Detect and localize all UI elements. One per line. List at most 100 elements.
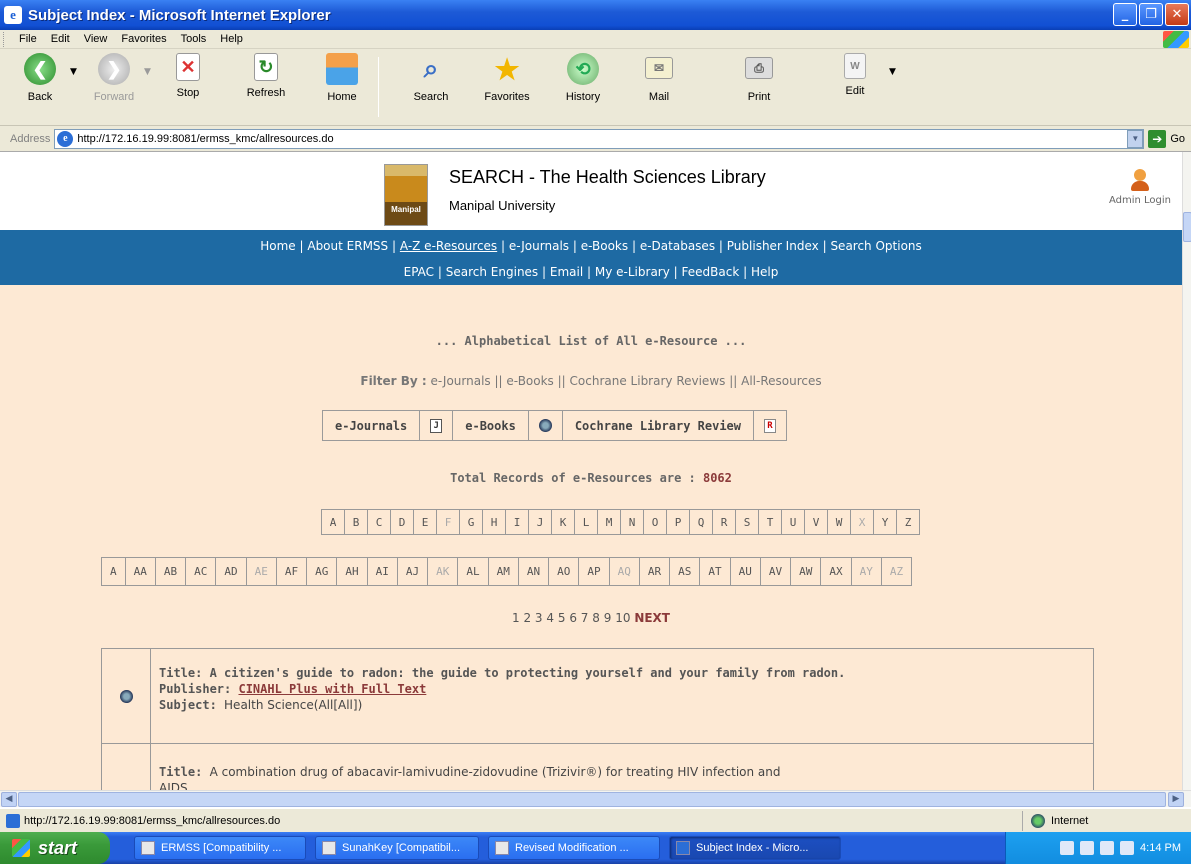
sub-letter-ar[interactable]: AR (640, 558, 671, 585)
publisher-link[interactable]: CINAHL Plus with Full Text (238, 682, 426, 696)
letter-m[interactable]: M (598, 510, 621, 534)
hscroll-thumb[interactable] (18, 792, 1166, 807)
task-subject-index[interactable]: Subject Index - Micro... (669, 836, 841, 860)
letter-i[interactable]: I (506, 510, 529, 534)
letter-p[interactable]: P (667, 510, 690, 534)
volume-icon[interactable] (1100, 841, 1115, 855)
letter-n[interactable]: N (621, 510, 644, 534)
letter-r[interactable]: R (713, 510, 736, 534)
stop-button[interactable]: ✕ Stop (158, 53, 218, 99)
vertical-scrollbar[interactable] (1182, 152, 1191, 790)
page-link-5[interactable]: 5 (558, 611, 566, 625)
type-ejournals[interactable]: e-Journals (323, 411, 421, 440)
filter-cochrane[interactable]: Cochrane Library Reviews (570, 374, 726, 388)
scroll-thumb[interactable] (1183, 212, 1191, 242)
nav-ejournals[interactable]: e-Journals (509, 239, 569, 253)
sub-letter-as[interactable]: AS (670, 558, 701, 585)
letter-h[interactable]: H (483, 510, 506, 534)
go-button[interactable]: ➔ Go (1148, 129, 1185, 148)
nav-az-resources[interactable]: A-Z e-Resources (400, 239, 497, 253)
page-link-1[interactable]: 1 (512, 611, 520, 625)
menu-favorites[interactable]: Favorites (114, 33, 173, 45)
mail-button[interactable]: ✉ Mail (629, 53, 689, 103)
sub-letter-aj[interactable]: AJ (398, 558, 429, 585)
sub-letter-aw[interactable]: AW (791, 558, 822, 585)
letter-e[interactable]: E (414, 510, 437, 534)
nav-search-options[interactable]: Search Options (830, 239, 921, 253)
sub-letter-ay[interactable]: AY (852, 558, 882, 585)
edit-button[interactable]: W Edit (825, 53, 885, 97)
network-icon[interactable] (1080, 841, 1095, 855)
page-link-10[interactable]: 10 (615, 611, 630, 625)
nav-home[interactable]: Home (260, 239, 295, 253)
letter-l[interactable]: L (575, 510, 598, 534)
start-button[interactable]: start (0, 832, 110, 864)
sub-letter-ao[interactable]: AO (549, 558, 580, 585)
sub-letter-ai[interactable]: AI (368, 558, 398, 585)
nav-about[interactable]: About ERMSS (307, 239, 388, 253)
filter-ejournals[interactable]: e-Journals (431, 374, 491, 388)
print-button[interactable]: ⎙ Print (729, 53, 789, 103)
sub-letter-ad[interactable]: AD (216, 558, 247, 585)
nav-publisher-index[interactable]: Publisher Index (727, 239, 819, 253)
admin-login-link[interactable]: Admin Login (1100, 169, 1180, 206)
page-link-6[interactable]: 6 (569, 611, 577, 625)
sub-letter-ag[interactable]: AG (307, 558, 338, 585)
letter-v[interactable]: V (805, 510, 828, 534)
refresh-button[interactable]: ↻ Refresh (236, 53, 296, 99)
sub-letter-aq[interactable]: AQ (610, 558, 640, 585)
task-ermss[interactable]: ERMSS [Compatibility ... (134, 836, 306, 860)
sub-letter-au[interactable]: AU (731, 558, 761, 585)
letter-q[interactable]: Q (690, 510, 713, 534)
back-dropdown-icon[interactable]: ▼ (70, 67, 84, 77)
scroll-left-icon[interactable]: ◀ (1, 792, 17, 807)
sub-letter-ap[interactable]: AP (579, 558, 610, 585)
minimize-button[interactable]: _ (1113, 3, 1137, 26)
letter-f[interactable]: F (437, 510, 460, 534)
letter-j[interactable]: J (529, 510, 552, 534)
filter-ebooks[interactable]: e-Books (506, 374, 553, 388)
forward-dropdown-icon[interactable]: ▼ (144, 67, 158, 77)
forward-button[interactable]: ❯ Forward (84, 53, 144, 103)
next-page-link[interactable]: NEXT (634, 611, 670, 625)
sub-letter-af[interactable]: AF (277, 558, 308, 585)
scroll-right-icon[interactable]: ▶ (1168, 792, 1184, 807)
sub-letter-al[interactable]: AL (458, 558, 489, 585)
close-button[interactable]: ✕ (1165, 3, 1189, 26)
letter-z[interactable]: Z (897, 510, 919, 534)
sub-letter-az[interactable]: AZ (882, 558, 911, 585)
letter-b[interactable]: B (345, 510, 368, 534)
sub-letter-av[interactable]: AV (761, 558, 792, 585)
letter-t[interactable]: T (759, 510, 782, 534)
maximize-button[interactable]: ❐ (1139, 3, 1163, 26)
edit-dropdown-icon[interactable]: ▼ (889, 67, 903, 77)
letter-x[interactable]: X (851, 510, 874, 534)
sub-letter-ah[interactable]: AH (337, 558, 368, 585)
nav-epac[interactable]: EPAC (404, 265, 434, 279)
sub-letter-ab[interactable]: AB (156, 558, 187, 585)
letter-d[interactable]: D (391, 510, 414, 534)
page-link-3[interactable]: 3 (535, 611, 543, 625)
address-input[interactable]: e http://172.16.19.99:8081/ermss_kmc/all… (54, 128, 1145, 149)
letter-o[interactable]: O (644, 510, 667, 534)
page-link-4[interactable]: 4 (546, 611, 554, 625)
type-ebooks[interactable]: e-Books (453, 411, 529, 440)
page-link-9[interactable]: 9 (604, 611, 612, 625)
letter-k[interactable]: K (552, 510, 575, 534)
task-sunahkey[interactable]: SunahKey [Compatibil... (315, 836, 479, 860)
back-button[interactable]: ❮ Back (10, 53, 70, 103)
letter-a[interactable]: A (322, 510, 345, 534)
nav-search-engines[interactable]: Search Engines (446, 265, 538, 279)
nav-edatabases[interactable]: e-Databases (640, 239, 715, 253)
page-link-2[interactable]: 2 (523, 611, 531, 625)
sub-letter-a[interactable]: A (102, 558, 126, 585)
task-revised[interactable]: Revised Modification ... (488, 836, 660, 860)
letter-s[interactable]: S (736, 510, 759, 534)
history-button[interactable]: ⟲ History (553, 53, 613, 103)
menu-view[interactable]: View (77, 33, 115, 45)
help-icon[interactable] (1060, 841, 1075, 855)
menu-file[interactable]: File (12, 33, 44, 45)
letter-w[interactable]: W (828, 510, 851, 534)
nav-email[interactable]: Email (550, 265, 583, 279)
nav-my-elibrary[interactable]: My e-Library (595, 265, 670, 279)
